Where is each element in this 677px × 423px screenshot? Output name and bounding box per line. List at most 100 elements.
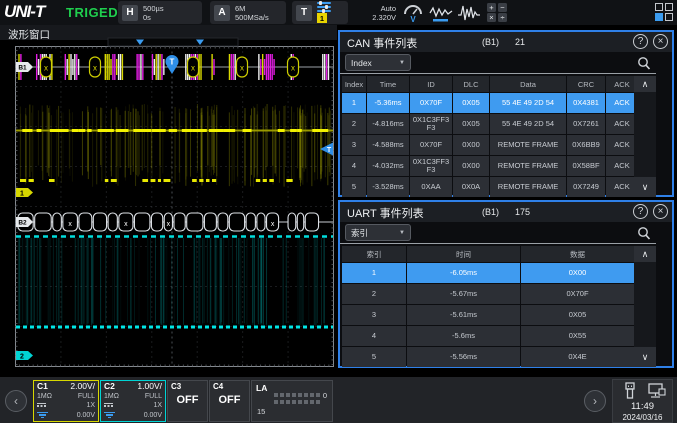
uart-event-list-panel: UART 事件列表 (B1) 175 ? × 索引 ▼ 索引时间数据 1-6.0… bbox=[338, 200, 674, 368]
collapse-left-button[interactable]: ‹ bbox=[5, 390, 27, 412]
can-panel-titlebar[interactable]: CAN 事件列表 (B1) 21 ? × bbox=[340, 32, 672, 52]
table-cell: -5.36ms bbox=[367, 93, 409, 113]
la-channel-dot bbox=[292, 393, 296, 397]
channel3-card[interactable]: C3 OFF bbox=[167, 380, 208, 422]
spectrum-button[interactable] bbox=[457, 2, 481, 23]
table-cell: -5.61ms bbox=[407, 305, 520, 325]
search-icon[interactable] bbox=[636, 225, 652, 241]
can-bus-label: (B1) bbox=[482, 37, 499, 47]
waveform-icon bbox=[429, 3, 453, 23]
uart-panel-titlebar[interactable]: UART 事件列表 (B1) 175 ? × bbox=[340, 202, 672, 222]
table-cell: 55 4E 49 2D 54 bbox=[490, 93, 566, 113]
can-filter-toolbar: Index ▼ bbox=[340, 52, 656, 74]
svg-text:x: x bbox=[167, 221, 171, 228]
table-cell: 1 bbox=[342, 93, 366, 113]
trigger-level-value: 2.320V bbox=[372, 13, 396, 22]
table-cell: 4 bbox=[342, 326, 406, 346]
uart-table-body: 1-6.05ms0X002-5.67ms0X70F3-5.61ms0X054-5… bbox=[342, 263, 634, 367]
table-cell: -5.67ms bbox=[407, 284, 520, 304]
table-cell: 0X00 bbox=[453, 135, 489, 155]
la-channel-dot bbox=[298, 393, 302, 397]
la-channel-dot bbox=[280, 400, 284, 404]
channel2-card[interactable]: C21.00V/ 1MΩFULL 1X 0.00V bbox=[100, 380, 166, 422]
acquire-settings-button[interactable]: A 6M 500MSa/s bbox=[210, 1, 286, 24]
chevron-down-icon: ▼ bbox=[399, 60, 405, 66]
scroll-down-icon[interactable]: ∨ bbox=[634, 177, 656, 197]
horizontal-label: H bbox=[122, 5, 138, 21]
table-cell: -5.56ms bbox=[407, 347, 520, 367]
channel4-card[interactable]: C4 OFF bbox=[209, 380, 250, 422]
system-info-box[interactable]: 11:49 2024/03/16 bbox=[612, 379, 673, 423]
svg-text:−: − bbox=[500, 3, 505, 12]
column-header: DLC bbox=[453, 76, 489, 92]
table-cell: REMOTE FRAME bbox=[490, 156, 566, 176]
can-table-body: 1-5.36ms0X70F0X0555 4E 49 2D 540X4381ACK… bbox=[342, 93, 638, 197]
la-channel-dot bbox=[292, 400, 296, 404]
top-status-bar: UNI-T TRIGED H 500µs 0s A 6M 500MSa/s T … bbox=[0, 0, 677, 25]
table-row[interactable]: 3-4.588ms0X70F0X00REMOTE FRAME0X6BB9ACK bbox=[342, 135, 638, 155]
network-icon bbox=[649, 384, 665, 397]
la-bit0-label: 0 bbox=[323, 391, 327, 400]
scroll-up-icon[interactable]: ∧ bbox=[634, 76, 656, 92]
table-cell: -3.528ms bbox=[367, 177, 409, 197]
trigger-mode-readout: Auto 2.320V bbox=[352, 1, 396, 24]
memory-depth-value: 6M bbox=[235, 4, 269, 13]
uart-event-count: 175 bbox=[515, 207, 530, 217]
table-row[interactable]: 1-5.36ms0X70F0X0555 4E 49 2D 540X4381ACK bbox=[342, 93, 638, 113]
table-cell: 0X1C3FF3F3 bbox=[410, 114, 452, 134]
table-row[interactable]: 2-4.816ms0X1C3FF3F30X0555 4E 49 2D 540X7… bbox=[342, 114, 638, 134]
la-channel-dot bbox=[316, 393, 320, 397]
horizontal-settings-button[interactable]: H 500µs 0s bbox=[118, 1, 202, 24]
table-cell: -4.816ms bbox=[367, 114, 409, 134]
table-row[interactable]: 1-6.05ms0X00 bbox=[342, 263, 634, 283]
table-row[interactable]: 5-3.528ms0XAA0X0AREMOTE FRAME0X7249ACK bbox=[342, 177, 638, 197]
svg-text:÷: ÷ bbox=[500, 13, 504, 22]
column-header: 数据 bbox=[521, 246, 634, 262]
table-cell: 0X4381 bbox=[567, 93, 605, 113]
channel-status-bar: ‹ C12.00V/ 1MΩFULL 1X 0.00V C21.00V/ 1MΩ… bbox=[0, 375, 677, 423]
close-icon[interactable]: × bbox=[653, 34, 668, 49]
table-row[interactable]: 5-5.56ms0X4E bbox=[342, 347, 634, 367]
can-filter-dropdown[interactable]: Index ▼ bbox=[345, 54, 411, 71]
search-icon[interactable] bbox=[636, 55, 652, 71]
table-cell: -5.6ms bbox=[407, 326, 520, 346]
table-row[interactable]: 2-5.67ms0X70F bbox=[342, 284, 634, 304]
waveform-view-button[interactable] bbox=[429, 2, 453, 23]
clock-time: 11:49 bbox=[613, 401, 672, 412]
scroll-down-icon[interactable]: ∨ bbox=[634, 347, 656, 367]
uart-scrollbar[interactable]: ∧ ∨ bbox=[634, 246, 656, 367]
meter-button[interactable]: V bbox=[401, 2, 425, 23]
help-icon[interactable]: ? bbox=[633, 34, 648, 49]
expand-right-button[interactable]: › bbox=[584, 390, 606, 412]
can-event-count: 21 bbox=[515, 37, 525, 47]
table-row[interactable]: 4-5.6ms0X55 bbox=[342, 326, 634, 346]
window-layout-button[interactable] bbox=[655, 3, 674, 22]
la-channel-grid bbox=[274, 393, 320, 407]
table-cell: 0XAA bbox=[410, 177, 452, 197]
math-button[interactable]: + − × ÷ bbox=[485, 2, 509, 23]
trigger-settings-button[interactable]: T 1 bbox=[292, 1, 348, 24]
waveform-display[interactable]: xxxxxTB11xxxxB22T bbox=[0, 25, 337, 375]
close-icon[interactable]: × bbox=[653, 204, 668, 219]
table-row[interactable]: 3-5.61ms0X05 bbox=[342, 305, 634, 325]
table-cell: 3 bbox=[342, 135, 366, 155]
column-header: Index bbox=[342, 76, 366, 92]
scroll-up-icon[interactable]: ∧ bbox=[634, 246, 656, 262]
logic-analyzer-card[interactable]: LA 0 15 bbox=[251, 380, 333, 422]
table-row[interactable]: 4-4.032ms0X1C3FF3F30X00REMOTE FRAME0X58B… bbox=[342, 156, 638, 176]
la-channel-dot bbox=[310, 393, 314, 397]
la-channel-dot bbox=[304, 400, 308, 404]
can-scrollbar[interactable]: ∧ ∨ bbox=[634, 76, 656, 197]
trigger-slope-icon bbox=[317, 2, 331, 12]
uart-filter-toolbar: 索引 ▼ bbox=[340, 222, 656, 244]
ground-icon bbox=[104, 412, 115, 419]
sample-rate-value: 500MSa/s bbox=[235, 13, 269, 22]
uart-filter-dropdown[interactable]: 索引 ▼ bbox=[345, 224, 411, 241]
la-channel-dot bbox=[316, 400, 320, 404]
help-icon[interactable]: ? bbox=[633, 204, 648, 219]
channel1-card[interactable]: C12.00V/ 1MΩFULL 1X 0.00V bbox=[33, 380, 99, 422]
table-cell: 0X70F bbox=[410, 135, 452, 155]
can-table-header: IndexTimeIDDLCDataCRCACK bbox=[342, 76, 638, 92]
table-cell: 0X00 bbox=[521, 263, 634, 283]
table-cell: 0X05 bbox=[453, 114, 489, 134]
